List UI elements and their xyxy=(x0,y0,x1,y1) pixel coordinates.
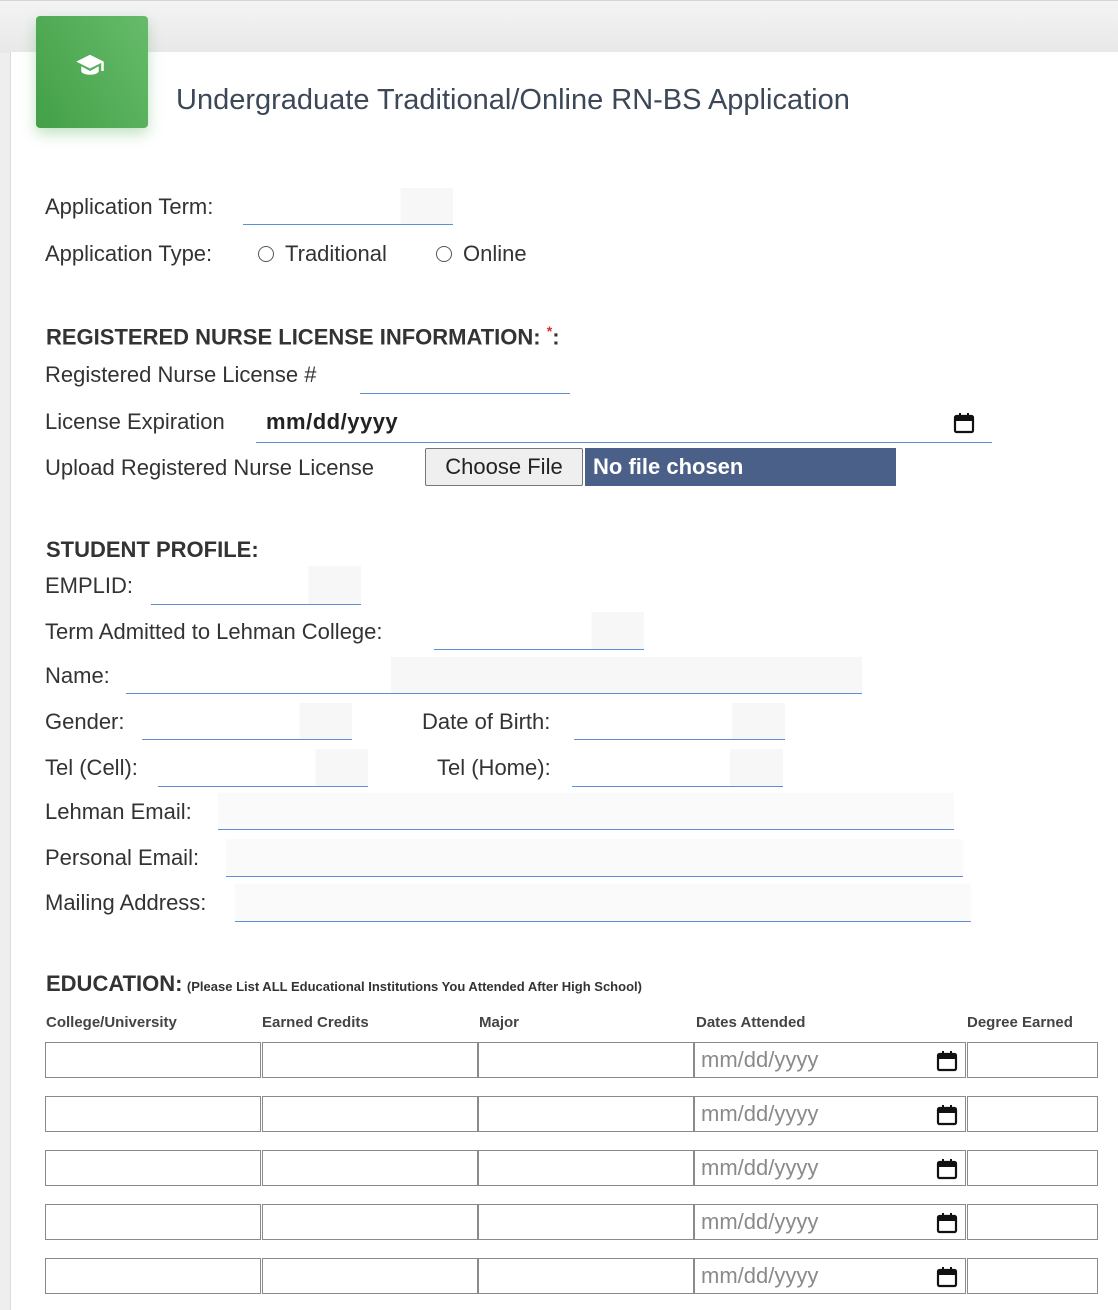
calendar-icon[interactable] xyxy=(935,1049,959,1073)
degree-input[interactable] xyxy=(967,1258,1098,1294)
dates-input[interactable]: mm/dd/yyyy xyxy=(694,1150,966,1186)
radio-online[interactable] xyxy=(436,246,452,262)
dates-input[interactable]: mm/dd/yyyy xyxy=(694,1204,966,1240)
credits-input[interactable] xyxy=(262,1096,478,1132)
radio-traditional[interactable] xyxy=(258,246,274,262)
page-title: Undergraduate Traditional/Online RN-BS A… xyxy=(176,84,850,116)
gender-label: Gender: xyxy=(45,709,125,734)
major-input[interactable] xyxy=(478,1150,694,1186)
education-heading: EDUCATION: xyxy=(46,971,183,996)
name-label: Name: xyxy=(45,663,110,688)
file-status: No file chosen xyxy=(585,448,896,486)
tel-home-input[interactable] xyxy=(572,749,783,787)
degree-input[interactable] xyxy=(967,1096,1098,1132)
college-input[interactable] xyxy=(45,1204,261,1240)
license-number-label: Registered Nurse License # xyxy=(45,362,317,387)
college-input[interactable] xyxy=(45,1042,261,1078)
degree-input[interactable] xyxy=(967,1204,1098,1240)
college-input[interactable] xyxy=(45,1150,261,1186)
license-section-heading: REGISTERED NURSE LICENSE INFORMATION: *: xyxy=(46,323,560,350)
personal-email-input[interactable] xyxy=(226,839,963,877)
radio-traditional-label: Traditional xyxy=(285,241,387,266)
tel-cell-label: Tel (Cell): xyxy=(45,755,138,780)
graduation-cap-icon xyxy=(76,54,104,75)
major-input[interactable] xyxy=(478,1042,694,1078)
term-admitted-input[interactable] xyxy=(434,612,644,650)
name-input[interactable] xyxy=(126,657,862,694)
calendar-icon[interactable] xyxy=(935,1103,959,1127)
credits-input[interactable] xyxy=(262,1204,478,1240)
dates-input[interactable]: mm/dd/yyyy xyxy=(694,1042,966,1078)
top-bar xyxy=(0,0,1118,53)
college-input[interactable] xyxy=(45,1096,261,1132)
education-note: (Please List ALL Educational Institution… xyxy=(186,979,642,994)
calendar-icon[interactable] xyxy=(935,1211,959,1235)
license-number-input[interactable] xyxy=(360,358,570,394)
term-admitted-label: Term Admitted to Lehman College: xyxy=(45,619,383,644)
column-header-credits: Earned Credits xyxy=(262,1014,369,1031)
application-type-label: Application Type: xyxy=(45,241,213,266)
mailing-address-input[interactable] xyxy=(235,884,971,922)
date-placeholder: mm/dd/yyyy xyxy=(701,1209,819,1234)
column-header-college: College/University xyxy=(46,1014,177,1031)
dob-label: Date of Birth: xyxy=(422,709,551,734)
student-profile-heading: STUDENT PROFILE: xyxy=(46,537,259,562)
degree-input[interactable] xyxy=(967,1150,1098,1186)
date-placeholder: mm/dd/yyyy xyxy=(701,1155,819,1180)
major-input[interactable] xyxy=(478,1096,694,1132)
emplid-input[interactable] xyxy=(151,566,361,605)
license-expiration-label: License Expiration xyxy=(45,409,225,434)
dob-input[interactable] xyxy=(574,703,785,740)
column-header-major: Major xyxy=(479,1014,520,1031)
radio-online-label: Online xyxy=(463,241,527,266)
column-header-degree: Degree Earned xyxy=(967,1014,1073,1031)
choose-file-button[interactable]: Choose File xyxy=(425,448,583,486)
header-icon-badge xyxy=(36,16,148,128)
tel-cell-input[interactable] xyxy=(158,749,368,787)
lehman-email-input[interactable] xyxy=(218,793,954,830)
credits-input[interactable] xyxy=(262,1042,478,1078)
application-term-label: Application Term: xyxy=(45,194,214,219)
application-term-input[interactable] xyxy=(243,188,453,225)
gender-input[interactable] xyxy=(142,703,352,740)
personal-email-label: Personal Email: xyxy=(45,845,200,870)
license-heading-text: REGISTERED NURSE LICENSE INFORMATION: xyxy=(46,324,541,350)
major-input[interactable] xyxy=(478,1204,694,1240)
dates-input[interactable]: mm/dd/yyyy xyxy=(694,1258,966,1294)
lehman-email-label: Lehman Email: xyxy=(45,799,192,824)
dates-input[interactable]: mm/dd/yyyy xyxy=(694,1096,966,1132)
calendar-icon[interactable] xyxy=(935,1157,959,1181)
calendar-icon[interactable] xyxy=(952,411,976,435)
upload-license-label: Upload Registered Nurse License xyxy=(45,455,374,480)
date-placeholder: mm/dd/yyyy xyxy=(701,1047,819,1072)
tel-home-label: Tel (Home): xyxy=(437,755,551,780)
credits-input[interactable] xyxy=(262,1258,478,1294)
college-input[interactable] xyxy=(45,1258,261,1294)
credits-input[interactable] xyxy=(262,1150,478,1186)
column-header-dates: Dates Attended xyxy=(696,1014,806,1031)
education-heading-row: EDUCATION: (Please List ALL Educational … xyxy=(46,971,642,997)
calendar-icon[interactable] xyxy=(935,1265,959,1289)
license-heading-suffix: : xyxy=(552,324,560,350)
license-expiration-value: mm/dd/yyyy xyxy=(266,409,399,434)
date-placeholder: mm/dd/yyyy xyxy=(701,1263,819,1288)
date-placeholder: mm/dd/yyyy xyxy=(701,1101,819,1126)
mailing-address-label: Mailing Address: xyxy=(45,890,207,915)
emplid-label: EMPLID: xyxy=(45,573,134,598)
degree-input[interactable] xyxy=(967,1042,1098,1078)
major-input[interactable] xyxy=(478,1258,694,1294)
